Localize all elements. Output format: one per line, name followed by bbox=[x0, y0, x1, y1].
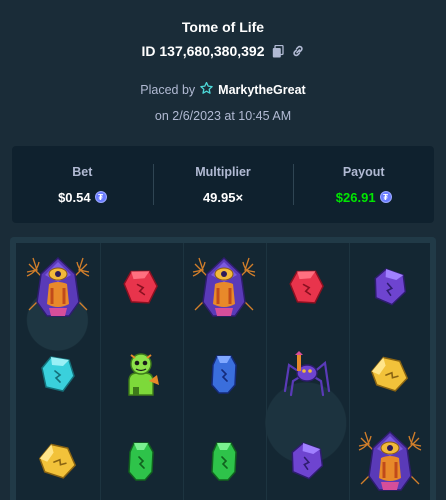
multiplier-stat: Multiplier 49.95× bbox=[152, 146, 294, 223]
bet-date: on 2/6/2023 at 10:45 AM bbox=[154, 109, 292, 123]
payout-amount: $26.91 ₮ bbox=[336, 190, 392, 205]
purple-spider-icon bbox=[266, 332, 349, 416]
currency-coin-icon: ₮ bbox=[94, 191, 107, 203]
red-gem-icon bbox=[266, 245, 349, 329]
copy-icon[interactable] bbox=[271, 44, 285, 58]
blue-gem-icon bbox=[182, 332, 265, 416]
yellow-gem-icon bbox=[16, 419, 99, 500]
green-gem-icon bbox=[182, 419, 265, 500]
link-icon[interactable] bbox=[291, 44, 305, 58]
witch-symbol-icon bbox=[16, 245, 99, 329]
green-goblin-potion-icon bbox=[99, 332, 182, 416]
multiplier-label: Multiplier bbox=[195, 164, 251, 179]
bet-stat: Bet $0.54 ₮ bbox=[12, 146, 153, 223]
game-title[interactable]: Tome of Life bbox=[0, 19, 446, 35]
vip-star-icon bbox=[200, 81, 213, 98]
bet-label: Bet bbox=[72, 164, 93, 179]
currency-coin-icon: ₮ bbox=[379, 191, 392, 203]
witch-symbol-icon bbox=[182, 245, 265, 329]
payout-stat: Payout $26.91 ₮ bbox=[293, 146, 434, 223]
bet-stats-panel: Bet $0.54 ₮ Multiplier 49.95× Payout $26… bbox=[12, 146, 434, 223]
placed-by-row: Placed by MarkytheGreat bbox=[0, 81, 446, 98]
payout-value: $26.91 bbox=[335, 189, 376, 205]
player-username[interactable]: MarkytheGreat bbox=[218, 83, 306, 97]
bet-id: ID 137,680,380,392 bbox=[141, 43, 265, 59]
cyan-gem-icon bbox=[16, 332, 99, 416]
placed-by-label: Placed by bbox=[140, 83, 196, 97]
red-gem-icon bbox=[99, 245, 182, 329]
witch-symbol-icon bbox=[349, 419, 430, 500]
bet-id-row: ID 137,680,380,392 bbox=[0, 43, 446, 59]
yellow-gem-icon bbox=[349, 332, 430, 416]
multiplier-value: 49.95× bbox=[202, 189, 244, 205]
bet-amount: $0.54 ₮ bbox=[58, 190, 107, 205]
bet-header: Tome of Life ID 137,680,380,392 Placed b… bbox=[0, 0, 446, 140]
purple-gem-icon bbox=[266, 419, 349, 500]
green-gem-icon bbox=[99, 419, 182, 500]
slot-board bbox=[10, 237, 436, 500]
bet-value: $0.54 bbox=[58, 189, 91, 205]
purple-gem-icon bbox=[349, 245, 430, 329]
payout-label: Payout bbox=[342, 164, 385, 179]
